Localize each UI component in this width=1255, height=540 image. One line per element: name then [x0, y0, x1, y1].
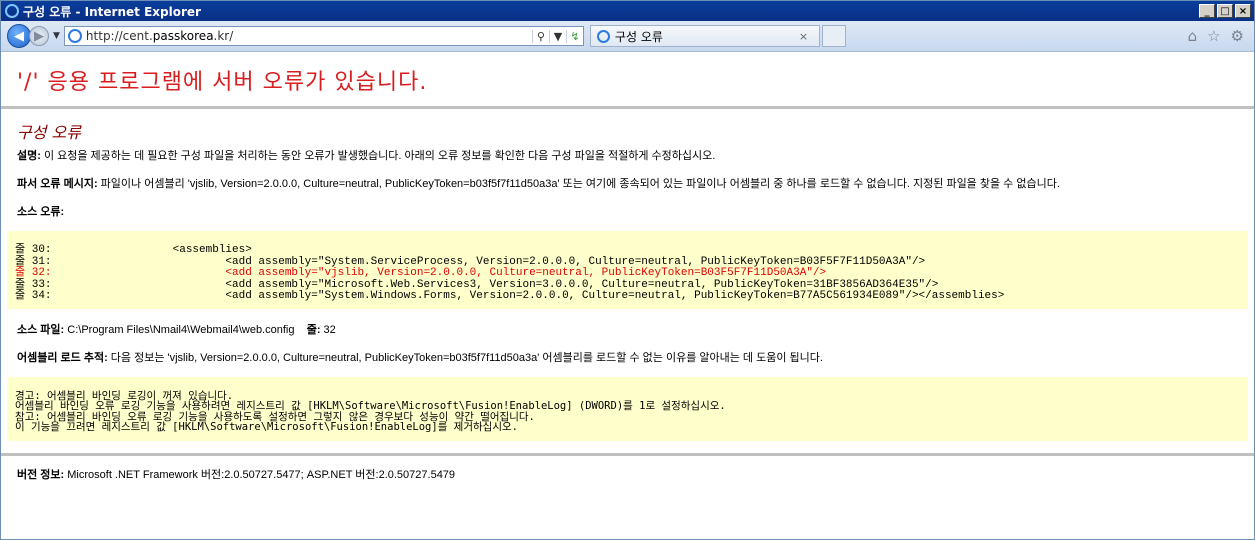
line-label: 줄:: [306, 323, 321, 336]
close-button[interactable]: ×: [1235, 4, 1251, 18]
code-line-number: 줄 34:: [15, 290, 52, 302]
maximize-button[interactable]: □: [1217, 4, 1233, 18]
divider: [1, 452, 1254, 456]
code-line-text: <add assembly="Microsoft.Web.Services3, …: [67, 278, 939, 291]
code-line-error: 줄 32: <add assembly="vjslib, Version=2.0…: [15, 267, 826, 279]
page-icon: [67, 29, 82, 43]
warning-line: 이 기능을 끄려면 레지스트리 값 [HKLM\Software\Microso…: [15, 421, 518, 433]
error-heading: '/' 응용 프로그램에 서버 오류가 있습니다.: [17, 70, 428, 95]
source-file-path: C:\Program Files\Nmail4\Webmail4\web.con…: [64, 323, 295, 336]
divider: [1, 106, 1254, 109]
line-number-value: 32: [320, 323, 336, 336]
parser-label: 파서 오류 메시지:: [17, 178, 98, 190]
window-title: 구성 오류 - Internet Explorer: [23, 4, 201, 19]
version-text: Microsoft .NET Framework 버전:2.0.50727.54…: [64, 468, 456, 481]
title-bar: 구성 오류 - Internet Explorer _ □ ×: [1, 1, 1254, 21]
source-error-label: 소스 오류:: [17, 203, 1244, 219]
version-info: 버전 정보: Microsoft .NET Framework 버전:2.0.5…: [17, 466, 1244, 482]
binding-warning-block: 경고: 어셈블리 바인딩 로깅이 꺼져 있습니다. 어셈블리 바인딩 오류 로깅…: [7, 376, 1248, 441]
arrow-right-icon: ▶: [34, 28, 44, 44]
parser-error: 파서 오류 메시지: 파일이나 어셈블리 'vjslib, Version=2.…: [17, 175, 1244, 191]
command-icons: ⌂ ☆ ⚙: [1188, 27, 1244, 45]
code-line: 줄 30: <assemblies>: [15, 244, 252, 256]
page-content: '/' 응용 프로그램에 서버 오류가 있습니다. 구성 오류 설명: 이 요청…: [1, 52, 1254, 482]
source-file-label: 소스 파일:: [17, 323, 65, 336]
arrow-left-icon: ◀: [14, 28, 24, 44]
gear-icon[interactable]: ⚙: [1231, 27, 1244, 45]
code-line: 줄 31: <add assembly="System.ServiceProce…: [15, 256, 925, 268]
compatibility-icon[interactable]: ↯: [565, 29, 583, 43]
source-file: 소스 파일: C:\Program Files\Nmail4\Webmail4\…: [17, 321, 1244, 337]
history-dropdown-icon[interactable]: ▼: [53, 31, 60, 41]
minimize-button[interactable]: _: [1199, 4, 1215, 18]
description: 설명: 이 요청을 제공하는 데 필요한 구성 파일을 처리하는 동안 오류가 …: [17, 147, 1244, 163]
code-line: 줄 33: <add assembly="Microsoft.Web.Servi…: [15, 279, 938, 291]
version-label: 버전 정보:: [17, 468, 65, 481]
code-line-number: 줄 32:: [15, 267, 52, 279]
source-code-block: 줄 30: <assemblies> 줄 31: <add assembly="…: [7, 231, 1248, 309]
navigation-bar: ◀ ▶ ▼ http://cent.passkorea.kr/ ⚲ ▼ ↯ 구성…: [1, 21, 1254, 52]
code-line-text: <add assembly="System.Windows.Forms, Ver…: [67, 290, 1005, 302]
tab-active[interactable]: 구성 오류 ×: [589, 25, 820, 47]
tab-page-icon: [596, 29, 610, 43]
new-tab-button[interactable]: [821, 25, 846, 47]
url-domain: passkorea: [152, 29, 214, 43]
code-line: 줄 34: <add assembly="System.Windows.Form…: [15, 290, 1004, 302]
source-error-label-text: 소스 오류:: [17, 206, 65, 218]
url-prefix: http://cent.: [85, 29, 153, 43]
url-suffix: .kr/: [213, 29, 234, 43]
back-button[interactable]: ◀: [7, 24, 31, 48]
assembly-trace-label: 어셈블리 로드 추적:: [17, 351, 108, 364]
parser-text: 파일이나 어셈블리 'vjslib, Version=2.0.0.0, Cult…: [97, 178, 1060, 190]
browser-window: 구성 오류 - Internet Explorer _ □ × ◀ ▶ ▼ ht…: [0, 0, 1255, 540]
search-icon[interactable]: ⚲: [531, 29, 549, 43]
assembly-trace: 어셈블리 로드 추적: 다음 정보는 'vjslib, Version=2.0.…: [17, 349, 1244, 365]
description-text: 이 요청을 제공하는 데 필요한 구성 파일을 처리하는 동안 오류가 발생했습…: [40, 150, 716, 162]
address-dropdown-icon[interactable]: ▼: [548, 29, 566, 43]
window-controls: _ □ ×: [1199, 4, 1251, 18]
home-icon[interactable]: ⌂: [1188, 27, 1198, 45]
description-label: 설명:: [17, 150, 41, 162]
address-bar[interactable]: http://cent.passkorea.kr/ ⚲ ▼ ↯: [63, 26, 584, 46]
url-text[interactable]: http://cent.passkorea.kr/: [86, 29, 532, 43]
tab-close-icon[interactable]: ×: [799, 30, 813, 43]
forward-button[interactable]: ▶: [29, 26, 49, 46]
code-line-number: 줄 30:: [15, 244, 52, 256]
tab-title: 구성 오류: [614, 29, 663, 44]
code-line-text: <assemblies>: [67, 244, 252, 256]
code-line-text: <add assembly="System.ServiceProcess, Ve…: [67, 255, 926, 268]
favorites-star-icon[interactable]: ☆: [1207, 27, 1220, 45]
code-line-text: <add assembly="vjslib, Version=2.0.0.0, …: [67, 267, 827, 279]
assembly-trace-text: 다음 정보는 'vjslib, Version=2.0.0.0, Culture…: [107, 351, 823, 364]
ie-logo-icon: [5, 4, 19, 18]
error-subheading: 구성 오류: [17, 123, 81, 142]
